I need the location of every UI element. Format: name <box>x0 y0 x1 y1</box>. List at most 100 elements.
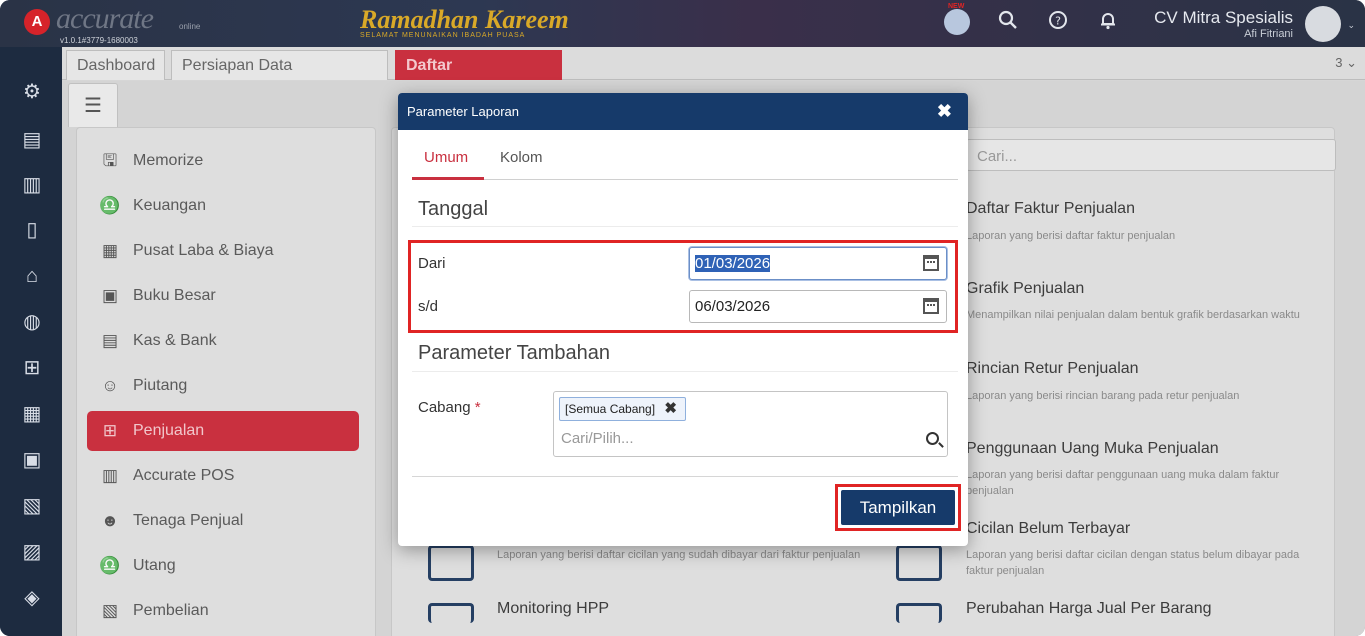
tab-bar: Dashboard Persiapan Data Perusahaan Daft… <box>62 47 1365 103</box>
cost-center-icon: ▦ <box>101 241 119 260</box>
divider <box>412 226 958 227</box>
logo-mark-icon: A <box>24 9 50 35</box>
tampilkan-button[interactable]: Tampilkan <box>841 490 955 525</box>
app-logo[interactable]: A accurate online v1.0.1#3779-1680003 <box>24 2 214 46</box>
inventory-icon[interactable]: ▤ <box>19 127 45 153</box>
menu-item-pembelian[interactable]: ▧ Pembelian <box>87 591 359 631</box>
search-icon[interactable] <box>926 432 939 445</box>
tax-icon[interactable]: ◈ <box>19 585 45 611</box>
from-date-label: Dari <box>418 255 446 272</box>
company-icon[interactable]: ▥ <box>19 172 45 198</box>
banner-subtitle: SELAMAT MENUNAIKAN IBADAH PUASA <box>360 32 526 39</box>
top-bar: A accurate online v1.0.1#3779-1680003 Ra… <box>0 0 1365 47</box>
menu-item-label: Kas & Bank <box>133 332 217 349</box>
report-desc: Laporan yang berisi daftar cicilan yang … <box>497 549 861 561</box>
report-doc-icon <box>428 603 474 623</box>
asset-icon[interactable]: ▧ <box>19 493 45 519</box>
settings-icon[interactable]: ⚙ <box>19 79 45 105</box>
remove-chip-icon[interactable]: ✖ <box>664 400 677 417</box>
menu-item-piutang[interactable]: ☺ Piutang <box>87 366 359 406</box>
branch-search-input[interactable]: Cari/Pilih... <box>561 430 634 447</box>
menu-item-pusat-laba[interactable]: ▦ Pusat Laba & Biaya <box>87 231 359 271</box>
company-name[interactable]: CV Mitra Spesialis <box>1154 8 1293 28</box>
calendar-icon[interactable] <box>923 298 939 314</box>
report-category-menu: 🖫 Memorize ♎ Keuangan ▦ Pusat Laba & Biaya … <box>76 127 376 636</box>
report-title-perubahan-harga[interactable]: Perubahan Harga Jual Per Barang <box>966 600 1212 618</box>
close-icon[interactable]: ✖ <box>937 93 952 130</box>
required-mark: * <box>474 399 481 416</box>
report-title-monitoring-hpp[interactable]: Monitoring HPP <box>497 600 609 618</box>
dialog-title: Parameter Laporan <box>407 104 520 119</box>
report-search-input[interactable]: Cari... <box>966 139 1336 171</box>
menu-item-label: Memorize <box>133 152 204 169</box>
list-view-icon[interactable]: ☰ <box>68 83 118 127</box>
menu-item-accurate-pos[interactable]: ▥ Accurate POS <box>87 456 359 496</box>
report-desc: Laporan yang berisi rincian barang pada … <box>966 390 1240 402</box>
purchase-icon[interactable]: ▦ <box>19 401 45 427</box>
money-bag-icon[interactable]: ◍ <box>19 309 45 335</box>
menu-item-penjualan[interactable]: ⊞ Penjualan <box>87 411 359 451</box>
report-title-daftar-faktur[interactable]: Daftar Faktur Penjualan <box>966 200 1135 218</box>
salesperson-icon: ☻ <box>101 511 119 530</box>
ledger-icon[interactable]: ▯ <box>19 217 45 243</box>
dialog-header: Parameter Laporan ✖ <box>398 93 968 130</box>
tab-daftar-laporan[interactable]: Daftar Laporan✖ <box>395 50 562 103</box>
parameter-dialog: Parameter Laporan ✖ Umum Kolom Tanggal D… <box>398 93 968 546</box>
cart-icon[interactable]: ⊞ <box>19 355 45 381</box>
report-title-grafik-penjualan[interactable]: Grafik Penjualan <box>966 280 1084 298</box>
search-icon[interactable] <box>998 10 1018 35</box>
menu-item-keuangan[interactable]: ♎ Keuangan <box>87 186 359 226</box>
menu-item-tenaga-penjual[interactable]: ☻ Tenaga Penjual <box>87 501 359 541</box>
menu-item-label: Tenaga Penjual <box>133 512 244 529</box>
menu-item-label: Piutang <box>133 377 188 394</box>
report-desc: Menampilkan nilai penjualan dalam bentuk… <box>966 309 1300 321</box>
bell-icon[interactable] <box>1098 10 1118 35</box>
tab-kolom[interactable]: Kolom <box>500 149 543 166</box>
section-title-parameter-tambahan: Parameter Tambahan <box>418 342 610 364</box>
menu-item-memorize[interactable]: 🖫 Memorize <box>87 141 359 181</box>
calendar-icon[interactable] <box>923 255 939 271</box>
dialog-tabs: Umum Kolom <box>412 133 958 180</box>
user-name: Afi Fitriani <box>1244 28 1293 40</box>
module-sidebar: ⚙ ▤ ▥ ▯ ⌂ ◍ ⊞ ▦ ▣ ▧ ▨ ◈ <box>0 47 62 636</box>
tab-dashboard[interactable]: Dashboard <box>66 50 165 80</box>
menu-item-kas-bank[interactable]: ▤ Kas & Bank <box>87 321 359 361</box>
to-date-input[interactable]: 06/03/2026 <box>689 290 947 323</box>
report-title-uang-muka[interactable]: Penggunaan Uang Muka Penjualan <box>966 440 1219 458</box>
menu-item-utang[interactable]: ♎ Utang <box>87 546 359 586</box>
app-window: A accurate online v1.0.1#3779-1680003 Ra… <box>0 0 1365 636</box>
report-title-rincian-retur[interactable]: Rincian Retur Penjualan <box>966 360 1139 378</box>
menu-item-label: Accurate POS <box>133 467 235 484</box>
menu-item-label: Pembelian <box>133 602 209 619</box>
from-date-input[interactable]: 01/03/2026 <box>689 247 947 280</box>
menu-item-buku-besar[interactable]: ▣ Buku Besar <box>87 276 359 316</box>
footer-divider <box>412 476 958 477</box>
help-icon[interactable]: ? <box>1048 10 1068 35</box>
highlight-submit: Tampilkan <box>835 484 961 531</box>
warehouse-icon[interactable]: ▣ <box>19 447 45 473</box>
menu-item-label: Pusat Laba & Biaya <box>133 242 274 259</box>
branch-chip-label: [Semua Cabang] <box>565 402 656 416</box>
branch-label: Cabang * <box>418 399 481 416</box>
divider <box>412 371 958 372</box>
bank-icon[interactable]: ⌂ <box>19 263 45 289</box>
to-date-label: s/d <box>418 298 439 315</box>
banner-title: Ramadhan Kareem <box>360 5 569 34</box>
report-desc: Laporan yang berisi daftar penggunaan ua… <box>966 469 1280 497</box>
chevron-down-icon[interactable]: ⌄ <box>1347 20 1355 31</box>
tab-count[interactable]: 3 ⌄ <box>1335 55 1357 71</box>
whats-new-icon[interactable]: NEW <box>944 3 970 35</box>
report-title-cicilan-belum[interactable]: Cicilan Belum Terbayar <box>966 520 1130 538</box>
ledger-icon: ▣ <box>101 286 119 305</box>
branch-multiselect[interactable]: [Semua Cabang] ✖ Cari/Pilih... <box>553 391 948 457</box>
tab-umum[interactable]: Umum <box>424 149 468 166</box>
user-avatar[interactable] <box>1305 6 1341 42</box>
purchase-icon: ▧ <box>101 601 119 620</box>
svg-text:?: ? <box>1055 15 1061 28</box>
app-version: v1.0.1#3779-1680003 <box>60 36 138 45</box>
tab-persiapan-data[interactable]: Persiapan Data Perusahaan <box>171 50 388 103</box>
report-icon[interactable]: ▨ <box>19 539 45 565</box>
cash-bank-icon: ▤ <box>101 331 119 350</box>
section-title-tanggal: Tanggal <box>418 198 489 220</box>
branch-chip: [Semua Cabang] ✖ <box>559 397 686 421</box>
